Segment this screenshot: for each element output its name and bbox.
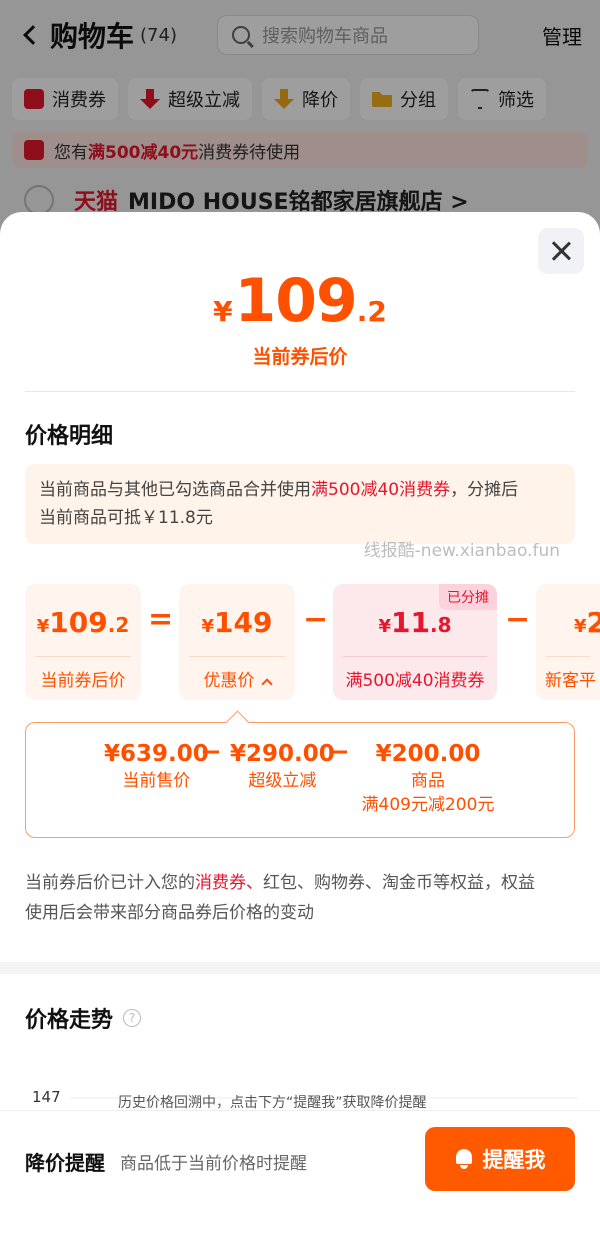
search-icon [231, 26, 250, 44]
price-drop-reminder-row: 降价提醒 商品低于当前价格时提醒 提醒我 [0, 1110, 600, 1232]
hero-label: 当前券后价 [252, 346, 348, 368]
chevron-up-icon [260, 678, 273, 690]
close-button[interactable] [538, 228, 584, 274]
breakdown-amount: ¥200.00 [375, 741, 481, 767]
bell-icon [455, 1149, 473, 1169]
manage-button[interactable]: 管理 [542, 21, 582, 50]
chip-label: 消费券 [52, 90, 106, 111]
disclaimer-highlight: 消费券、 [195, 873, 263, 893]
chip-label: 超级立减 [168, 90, 240, 111]
chart-note: 历史价格回溯中，点击下方“提醒我”获取降价提醒 [118, 1095, 427, 1111]
breakdown-label: 超级立减 [248, 771, 317, 791]
cart-topbar: 购物车 (74) 搜索购物车商品 管理 [0, 0, 600, 70]
coupon-icon [24, 89, 44, 109]
close-icon [551, 241, 571, 261]
search-placeholder: 搜索购物车商品 [261, 26, 388, 47]
coupon-banner[interactable]: 您有 满500减40元 消费券待使用 [12, 132, 588, 168]
y-tick-label: 147 [32, 1088, 61, 1106]
watermark: 线报酷-new.xianbao.fun [363, 541, 560, 561]
card-amount: ¥149 [201, 606, 273, 639]
breakdown-label: 商品 [411, 771, 445, 791]
hero-price-block: ¥ 109 .2 当前券后价 [0, 212, 600, 369]
price-trend-header: 价格走势 ? [0, 974, 600, 1034]
card-label: 优惠价 [179, 666, 295, 691]
price-drop-icon [274, 89, 294, 109]
card-discount-price[interactable]: ¥149 优惠价 [179, 584, 295, 700]
disclaimer-text: 红包、购物券、淘金币等权益，权益 [263, 873, 535, 893]
hero-currency: ¥ [213, 295, 233, 328]
card-coupon-share: 已分摊 ¥11.8 满500减40消费券 [333, 584, 497, 700]
minus-sign: − [200, 737, 222, 767]
minus-sign: − [505, 602, 531, 637]
chip-price-drop[interactable]: 降价 [262, 78, 350, 120]
chip-label: 降价 [302, 90, 338, 111]
coupon-icon [24, 140, 44, 160]
card-divider [189, 656, 285, 657]
reminder-subtitle: 商品低于当前价格时提醒 [120, 1154, 307, 1174]
breakdown-amount: ¥290.00 [230, 741, 335, 767]
disclaimer-text: 使用后会带来部分商品券后价格的变动 [25, 903, 314, 923]
note-text: 当前商品可抵￥11.8元 [39, 508, 213, 528]
chip-label: 分组 [400, 90, 436, 111]
card-amount: ¥11.8 [378, 606, 452, 639]
folder-icon [372, 92, 392, 107]
chip-super-discount[interactable]: 超级立减 [128, 78, 252, 120]
disclaimer-text: 当前券后价已计入您的 [25, 873, 195, 893]
chip-filter[interactable]: 筛选 [458, 78, 546, 120]
cart-count: (74) [140, 24, 177, 46]
hero-price: ¥ 109 .2 [213, 266, 387, 336]
breakdown-amount: ¥639.00 [104, 741, 209, 767]
price-detail-title: 价格明细 [25, 424, 114, 449]
remind-me-label: 提醒我 [482, 1148, 546, 1172]
back-arrow-icon[interactable] [23, 25, 43, 45]
minus-sign: − [303, 602, 329, 637]
cart-title: 购物车 [50, 20, 135, 53]
discount-price-breakdown: ¥639.00 当前售价 − ¥290.00 超级立减 − ¥200.00 商品… [25, 722, 575, 838]
card-label: 新客平 [545, 671, 596, 691]
note-highlight: 满500减40消费券 [311, 480, 451, 500]
card-divider [35, 656, 131, 657]
price-disclaimer: 当前券后价已计入您的消费券、红包、购物券、淘金币等权益，权益 使用后会带来部分商… [25, 868, 575, 928]
coupon-share-note: 当前商品与其他已勾选商品合并使用满500减40消费券，分摊后 当前商品可抵￥11… [25, 464, 575, 544]
card-label-text: 优惠价 [203, 671, 255, 691]
breakdown-item-coupon: ¥200.00 商品 满409元减200元 [358, 741, 498, 817]
card-label: 满500减40消费券 [345, 671, 485, 691]
banner-highlight: 满500减40元 [88, 142, 199, 163]
card-amount: ¥2 [574, 606, 600, 639]
equals-sign: = [148, 602, 174, 637]
hero-integer: 109 [234, 266, 358, 336]
breakdown-label: 当前售价 [122, 771, 191, 791]
chip-coupon[interactable]: 消费券 [12, 78, 118, 120]
remind-me-button[interactable]: 提醒我 [425, 1127, 575, 1191]
chip-label: 筛选 [498, 90, 534, 111]
filter-icon [470, 89, 490, 109]
minus-sign: − [328, 737, 350, 767]
breakdown-super-discount: ¥290.00 超级立减 [230, 741, 335, 793]
price-detail-sheet: ¥ 109 .2 当前券后价 价格明细 当前商品与其他已勾选商品合并使用满500… [0, 212, 600, 1233]
note-text: ，分摊后 [450, 480, 519, 500]
chip-group[interactable]: 分组 [360, 78, 448, 120]
card-divider [546, 656, 590, 657]
price-formula-cards: ¥109.2 当前券后价 = ¥149 优惠价 − 已分摊 ¥11.8 满500… [0, 584, 600, 704]
section-gap [0, 962, 600, 974]
breakdown-label-rule: 满409元减200元 [361, 795, 495, 815]
price-trend-title: 价格走势 [25, 1008, 114, 1033]
cart-search-input[interactable]: 搜索购物车商品 [216, 15, 479, 55]
banner-suffix: 消费券待使用 [198, 142, 301, 163]
card-amount: ¥109.2 [36, 606, 130, 639]
card-label: 当前券后价 [40, 671, 126, 691]
hero-decimal: .2 [356, 295, 387, 328]
filter-chip-row: 消费券 超级立减 降价 分组 筛选 [0, 70, 600, 120]
breakdown-sale-price: ¥639.00 当前售价 [104, 741, 209, 793]
banner-prefix: 您有 [54, 142, 88, 163]
store-select-radio[interactable] [24, 185, 54, 215]
down-arrow-icon [140, 89, 160, 109]
card-after-coupon: ¥109.2 当前券后价 [25, 584, 141, 700]
reminder-title: 降价提醒 [25, 1151, 105, 1175]
note-text: 当前商品与其他已勾选商品合并使用 [39, 480, 311, 500]
card-new-customer: ¥2 新客平 [536, 584, 600, 700]
card-divider [343, 656, 487, 657]
help-icon[interactable]: ? [123, 1009, 142, 1027]
